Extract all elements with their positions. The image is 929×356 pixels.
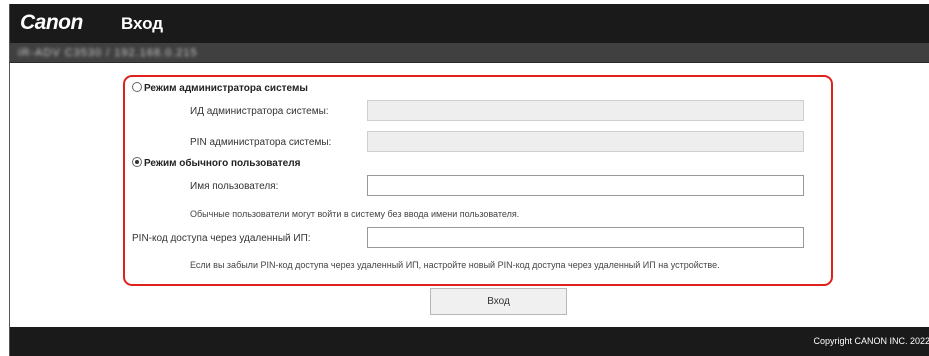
login-page: Canon Вход iR-ADV C3530 / 192.168.0.215 … <box>9 4 929 356</box>
admin-id-label: ИД администратора системы: <box>190 106 329 117</box>
general-mode-label: Режим обычного пользователя <box>144 158 301 169</box>
username-hint: Обычные пользователи могут войти в систе… <box>190 209 520 219</box>
username-label: Имя пользователя: <box>190 181 279 192</box>
canon-logo: Canon <box>20 11 83 34</box>
login-button[interactable]: Вход <box>430 288 567 315</box>
general-mode-radio[interactable] <box>132 157 142 167</box>
header-bar: Canon Вход <box>10 4 929 43</box>
general-mode-option[interactable]: Режим обычного пользователя <box>132 157 300 169</box>
admin-mode-radio[interactable] <box>132 82 142 92</box>
copyright-text: Copyright CANON INC. 2022 <box>813 336 929 346</box>
device-info-bar: iR-ADV C3530 / 192.168.0.215 <box>10 43 929 63</box>
remote-pin-field[interactable] <box>367 227 804 248</box>
page-title: Вход <box>121 14 164 33</box>
username-field[interactable] <box>367 175 804 196</box>
admin-pin-label: PIN администратора системы: <box>190 137 332 148</box>
device-info: iR-ADV C3530 / 192.168.0.215 <box>18 47 198 59</box>
admin-id-field[interactable] <box>367 100 804 121</box>
remote-pin-hint: Если вы забыли PIN-код доступа через уда… <box>190 260 720 270</box>
admin-mode-option[interactable]: Режим администратора системы <box>132 82 308 94</box>
admin-mode-label: Режим администратора системы <box>144 83 308 94</box>
footer-bar: Copyright CANON INC. 2022 <box>10 327 929 356</box>
admin-pin-field[interactable] <box>367 131 804 152</box>
remote-pin-label: PIN-код доступа через удаленный ИП: <box>132 233 311 244</box>
